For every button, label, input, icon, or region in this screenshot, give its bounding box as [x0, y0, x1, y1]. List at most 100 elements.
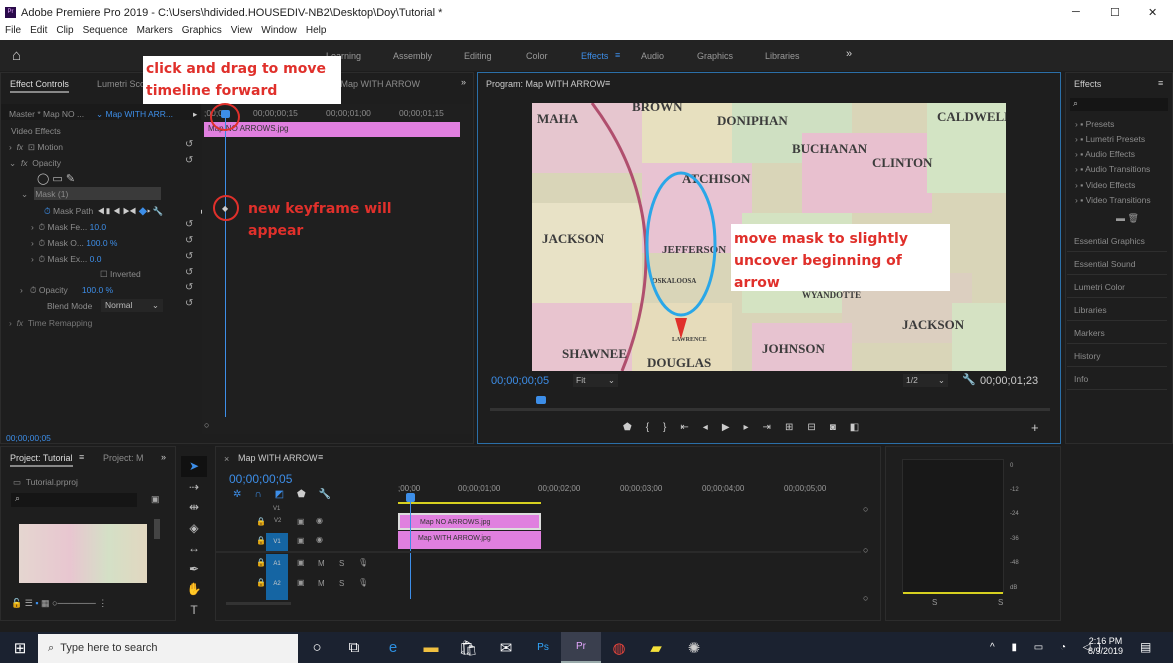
panel-overflow-icon[interactable]: » — [161, 452, 166, 462]
go-to-in-icon[interactable]: ⇤ — [680, 422, 702, 433]
vertical-scroll-handle[interactable]: ○ — [863, 593, 868, 603]
minimize-button[interactable]: ─ — [1072, 6, 1080, 18]
program-playhead[interactable] — [536, 396, 546, 404]
mark-out-icon[interactable]: } — [663, 422, 680, 433]
playhead[interactable] — [225, 112, 226, 417]
project-search-input[interactable]: ⌕ — [11, 493, 137, 507]
sequence-tab[interactable]: Map WITH ARROW — [238, 453, 318, 463]
menu-help[interactable]: Help — [306, 25, 327, 40]
reset-icon[interactable]: ↺ — [185, 219, 193, 230]
sync-lock-icon[interactable]: ▣ — [297, 578, 305, 587]
home-icon[interactable]: ⌂ — [12, 47, 21, 64]
menu-sequence[interactable]: Sequence — [83, 25, 128, 40]
clip-selector[interactable]: ⌄ Map WITH ARR... — [96, 109, 173, 120]
sticky-notes-icon[interactable]: ▰ — [636, 632, 676, 663]
go-to-out-icon[interactable]: ⇥ — [763, 422, 785, 433]
mask-item[interactable]: ⌄ Mask (1) — [21, 189, 68, 200]
rectangle-mask-icon[interactable]: ▭ — [52, 173, 62, 185]
track-target-v1[interactable]: V1 — [266, 533, 288, 551]
more-icon[interactable]: ⋮ — [98, 598, 107, 608]
microphone-icon[interactable]: 🎙 — [358, 578, 368, 587]
inverted-checkbox[interactable]: ☐ Inverted — [100, 269, 141, 280]
extract-icon[interactable]: ⊟ — [807, 422, 829, 433]
program-scrubber[interactable] — [490, 408, 1050, 411]
reset-icon[interactable]: ↺ — [185, 282, 193, 293]
sync-lock-icon[interactable]: ▣ — [297, 558, 305, 567]
slip-tool-icon[interactable]: ↔ — [181, 538, 207, 559]
mask-feather-value[interactable]: 10.0 — [90, 222, 107, 232]
step-back-icon[interactable]: ◂ — [703, 422, 722, 433]
start-button[interactable]: ⊞ — [0, 632, 40, 663]
expand-timeline-icon[interactable]: ▸ — [193, 109, 197, 120]
clock[interactable]: 2:16 PM 8/9/2019 — [1088, 636, 1123, 656]
effects-item-video-transitions[interactable]: › ▪ Video Transitions — [1075, 195, 1170, 205]
menu-view[interactable]: View — [231, 25, 253, 40]
icon-view-icon[interactable]: ▪ — [35, 598, 38, 608]
timeline-timecode[interactable]: 00;00;00;05 — [229, 472, 292, 486]
task-view-icon[interactable]: ⧉ — [334, 632, 374, 663]
eye-icon[interactable]: ◉ — [316, 516, 323, 525]
reset-icon[interactable]: ↺ — [185, 155, 193, 166]
reset-icon[interactable]: ↺ — [185, 267, 193, 278]
panel-menu-icon[interactable]: ≡ — [605, 78, 610, 88]
lock-icon[interactable]: 🔒 — [256, 536, 266, 545]
media-thumbnail[interactable] — [19, 524, 147, 583]
microphone-icon[interactable]: 🎙 — [358, 558, 368, 567]
settings-wrench-icon[interactable]: 🔧 — [319, 489, 344, 500]
mask-expansion-value[interactable]: 0.0 — [90, 254, 102, 264]
menu-edit[interactable]: Edit — [30, 25, 47, 40]
scrollbar[interactable] — [154, 519, 160, 539]
mute-button[interactable]: M — [318, 579, 325, 588]
tab-project-tutorial[interactable]: Project: Tutorial — [10, 453, 73, 467]
workspace-audio[interactable]: Audio — [641, 51, 664, 61]
list-view-icon[interactable]: ☰ — [25, 598, 33, 608]
pen-tool-icon[interactable]: ✒ — [181, 559, 207, 580]
linked-selection-icon[interactable]: ◩ — [275, 489, 297, 500]
menu-markers[interactable]: Markers — [137, 25, 173, 40]
reset-icon[interactable]: ↺ — [185, 235, 193, 246]
settings-wrench-icon[interactable]: 🔧 — [962, 373, 976, 386]
selection-tool-icon[interactable]: ➤ — [181, 456, 207, 477]
maximize-button[interactable]: ☐ — [1110, 6, 1120, 19]
panel-menu-icon[interactable]: ≡ — [318, 452, 323, 462]
effects-item-presets[interactable]: › ▪ Presets — [1075, 119, 1114, 129]
snap-icon[interactable]: ∩ — [254, 489, 274, 500]
taskbar-search-input[interactable]: ⌕ Type here to search — [38, 634, 298, 663]
lock-icon[interactable]: 🔒 — [256, 517, 266, 526]
sync-lock-icon[interactable]: ▣ — [297, 517, 305, 526]
mark-in-icon[interactable]: { — [646, 422, 663, 433]
workspace-assembly[interactable]: Assembly — [393, 51, 432, 61]
solo-button[interactable]: S — [339, 579, 344, 588]
opacity-effect[interactable]: ⌄ fx Opacity — [9, 158, 61, 169]
workspace-graphics[interactable]: Graphics — [697, 51, 733, 61]
panel-menu-icon[interactable]: ≡ — [1158, 78, 1163, 88]
effects-item-audio-transitions[interactable]: › ▪ Audio Transitions — [1075, 164, 1170, 174]
hand-tool-icon[interactable]: ✋ — [181, 579, 207, 600]
resolution-select[interactable]: 1/2 ⌄ — [903, 374, 948, 387]
menu-file[interactable]: File — [5, 25, 21, 40]
stopwatch-icon[interactable]: ⏱ — [44, 206, 51, 216]
panel-info[interactable]: Info — [1067, 368, 1167, 390]
ellipse-mask-icon[interactable]: ◯ — [37, 173, 49, 185]
mail-icon[interactable]: ✉ — [486, 632, 526, 663]
store-icon[interactable]: 🛍 — [448, 632, 488, 663]
scroll-handle[interactable]: ○ — [204, 420, 209, 430]
effects-item-lumetri-presets[interactable]: › ▪ Lumetri Presets — [1075, 134, 1145, 144]
program-timecode[interactable]: 00;00;00;05 — [491, 375, 549, 387]
effects-item-video-effects[interactable]: › ▪ Video Effects — [1075, 180, 1135, 190]
panel-essential-sound[interactable]: Essential Sound — [1067, 253, 1167, 275]
effect-timeline[interactable]: ;00;00 00;00;00;15 00;00;01;00 00;00;01;… — [202, 104, 472, 434]
photoshop-icon[interactable]: Ps — [523, 632, 563, 663]
notifications-icon[interactable]: ▤ — [1140, 640, 1151, 654]
blend-mode-select[interactable]: Normal ⌄ — [101, 299, 163, 312]
workspace-color[interactable]: Color — [526, 51, 548, 61]
export-frame-icon[interactable]: ◙ — [830, 422, 850, 433]
timeline-playhead[interactable] — [410, 499, 411, 599]
panel-overflow-icon[interactable]: » — [461, 77, 466, 87]
track-mask-controls[interactable]: ◀▮ ◀ ▶◀ ◆▸ 🔧 — [98, 206, 164, 216]
more-workspaces-icon[interactable]: » — [846, 48, 852, 60]
lock-icon[interactable]: 🔒 — [256, 578, 266, 587]
tab-effect-controls[interactable]: Effect Controls — [10, 79, 69, 93]
solo-right-button[interactable]: S — [998, 598, 1003, 607]
effect-clip-bar[interactable]: Map NO ARROWS.jpg — [204, 122, 460, 137]
